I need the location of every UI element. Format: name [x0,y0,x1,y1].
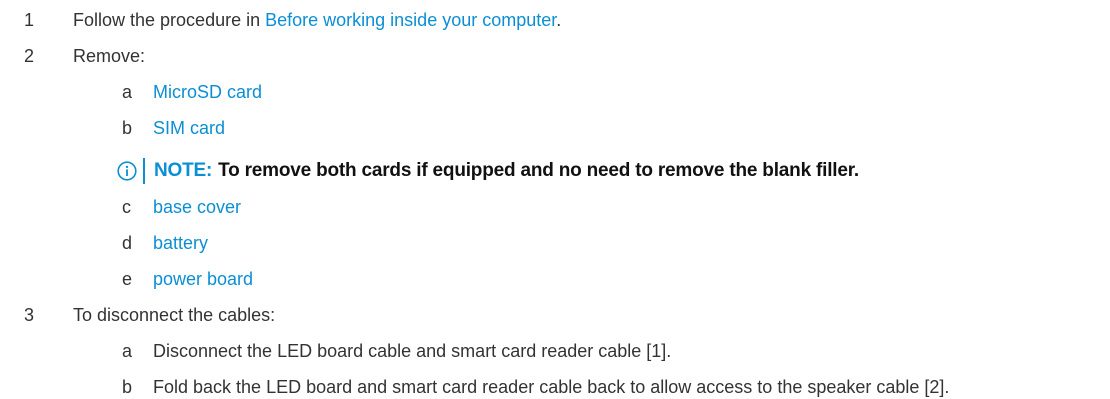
note-divider [143,158,145,184]
step-text: . [556,10,562,30]
step-1-text: Follow the procedure in Before working i… [73,9,561,31]
substep-letter: a [122,341,133,361]
microsd-card-link[interactable]: MicroSD card [153,81,262,103]
step-2-text: Remove: [73,46,146,66]
substep-letter: e [122,269,133,289]
step-number: 3 [24,305,35,325]
step-number: 2 [24,46,35,66]
base-cover-link[interactable]: base cover [153,196,241,218]
power-board-link[interactable]: power board [153,268,253,290]
substep-letter: a [122,82,133,102]
substep-text: Fold back the LED board and smart card r… [153,377,950,397]
note-label: NOTE: [154,160,213,181]
info-circle-icon [117,161,137,181]
step-text: Follow the procedure in [73,10,266,30]
before-working-link[interactable]: Before working inside your computer [265,10,556,30]
note-text: To remove both cards if equipped and no … [218,160,859,181]
step-3-text: To disconnect the cables: [73,305,276,325]
step-number: 1 [24,10,35,30]
sim-card-link[interactable]: SIM card [153,117,225,139]
battery-link[interactable]: battery [153,232,208,254]
substep-text: Disconnect the LED board cable and smart… [153,341,672,361]
substep-letter: b [122,377,133,397]
note-callout: NOTE: To remove both cards if equipped a… [117,156,859,186]
substep-letter: d [122,233,133,253]
substep-letter: c [122,197,131,217]
substep-letter: b [122,118,133,138]
